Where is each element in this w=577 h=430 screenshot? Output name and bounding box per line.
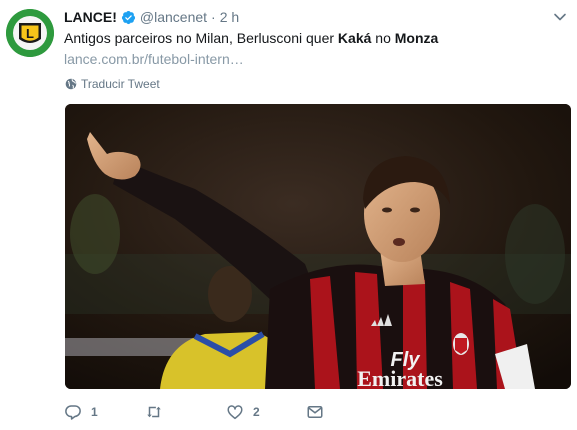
like-button[interactable]: 2 (226, 402, 260, 422)
translate-label: Traducir Tweet (81, 77, 160, 91)
like-icon (227, 405, 243, 420)
shirt-sponsor-line2: Emirates (357, 366, 443, 389)
reply-icon (65, 405, 81, 420)
tweet-header: LANCE! @lancenet · 2 h (64, 8, 239, 26)
tweet-link[interactable]: lance.com.br/futebol-intern… (64, 50, 244, 68)
lance-logo: L (6, 9, 54, 57)
tweet-text-part: no (371, 30, 395, 46)
kaka-photo: Fly Emirates (65, 104, 571, 389)
reply-button[interactable]: 1 (64, 402, 98, 422)
retweet-button[interactable] (145, 402, 172, 422)
globe-icon (65, 78, 77, 90)
tweet-timestamp[interactable]: 2 h (220, 9, 239, 25)
verified-icon (121, 10, 135, 24)
reply-count: 1 (91, 405, 98, 419)
message-icon (307, 406, 323, 418)
tweet-text-bold-monza: Monza (394, 30, 439, 46)
separator-dot: · (211, 9, 216, 25)
avatar[interactable]: L (6, 9, 54, 57)
like-count: 2 (253, 405, 260, 419)
author-handle[interactable]: @lancenet (140, 9, 207, 25)
direct-message-button[interactable] (306, 402, 324, 422)
tweet-text-part: Antigos parceiros no Milan, Berlusconi q… (64, 30, 338, 46)
tweet-text: Antigos parceiros no Milan, Berlusconi q… (64, 29, 438, 47)
chevron-down-icon[interactable] (553, 10, 567, 24)
tweet-text-bold-kaka: Kaká (337, 30, 372, 46)
translate-tweet-button[interactable]: Traducir Tweet (65, 77, 160, 91)
avatar-letter: L (26, 26, 34, 41)
tweet-media-photo[interactable]: Fly Emirates (65, 104, 571, 389)
author-name[interactable]: LANCE! (64, 9, 117, 25)
retweet-icon (147, 406, 161, 418)
